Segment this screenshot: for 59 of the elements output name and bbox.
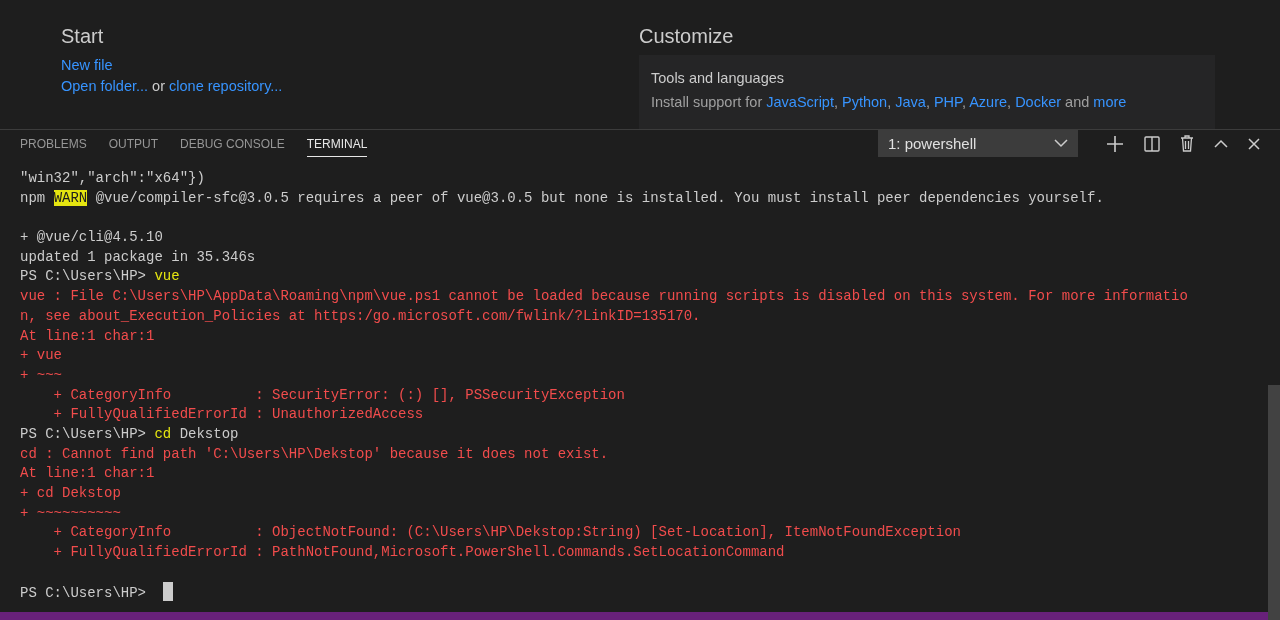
language-link[interactable]: Docker (1015, 94, 1062, 110)
start-link[interactable]: clone repository... (169, 78, 283, 94)
command-text: vue (154, 268, 180, 285)
section-title: Customize (639, 24, 735, 49)
card-text: and (1065, 94, 1090, 110)
error-text: cd : Cannot find path 'C:\Users\HP\Dekstop' because it does not exist. (20, 445, 609, 462)
error-text: vue : File C:\Users\HP\AppData\Roaming\npm\vue.ps1 cannot be loaded because running scripts is disabled on this system. For more informatio (20, 288, 1188, 305)
error-text: + vue (20, 347, 62, 364)
language-link[interactable]: Java (895, 94, 926, 110)
terminal-output: updated 1 package in 35.346s (20, 248, 256, 265)
terminal-output: + @vue/cli@4.5.10 (20, 229, 163, 246)
language-link[interactable]: PHP (933, 94, 962, 110)
start-text: or (152, 78, 165, 94)
error-text: + ~~~~~~~~~~ (20, 504, 121, 521)
error-text: + FullyQualifiedErrorId : UnauthorizedAccess (52, 406, 424, 423)
panel-tab[interactable]: PROBLEMS (20, 130, 87, 157)
error-text: + CategoryInfo : SecurityError: (:) [], PSSecurityException (52, 386, 625, 403)
language-link[interactable]: JavaScript (766, 94, 834, 110)
panel-tab[interactable]: TERMINAL (306, 130, 368, 157)
panel-tab[interactable]: OUTPUT (108, 130, 159, 157)
terminal-output: npm (20, 189, 46, 206)
terminal-output: "win32","arch":"x64"}) (20, 170, 205, 186)
chevron-up-icon[interactable] (1214, 139, 1228, 148)
card-text: , (1007, 94, 1012, 110)
card-text: , (925, 94, 930, 110)
card-title: Tools and languages (651, 69, 786, 88)
start-link[interactable]: New file (61, 57, 113, 73)
error-text: + cd Dekstop (20, 485, 121, 501)
language-link[interactable]: Azure (969, 94, 1008, 110)
terminal-output: PS C:\Users\HP> (20, 585, 147, 602)
command-text: cd (154, 425, 172, 442)
terminal-output: PS C:\Users\HP> (20, 268, 147, 285)
language-link[interactable]: more (1093, 94, 1127, 110)
error-text: + ~~~ (20, 366, 62, 383)
close-icon[interactable] (1248, 137, 1260, 150)
cursor (162, 582, 173, 602)
terminal-select[interactable]: 1: powershell (878, 130, 1078, 157)
error-text: + FullyQualifiedErrorId : PathNotFound,Microsoft.PowerShell.Commands.SetLocationCommand (52, 544, 785, 561)
split-icon[interactable] (1144, 135, 1160, 152)
error-text: At line:1 char:1 (20, 465, 155, 482)
chevron-down-icon (1054, 139, 1068, 148)
error-text: At line:1 char:1 (20, 327, 155, 344)
section-title: Start (61, 24, 105, 49)
warn-label: WARN (53, 189, 88, 206)
error-text: + CategoryInfo : ObjectNotFound: (C:\Users\HP\Dekstop:String) [Set-Location], ItemNotFoundException (52, 524, 961, 541)
scrollbar[interactable] (1268, 385, 1280, 620)
start-link[interactable]: Open folder... (61, 78, 149, 94)
card-text: , (887, 94, 892, 110)
card-text: Install support for (651, 94, 763, 110)
card-text: , (833, 94, 838, 110)
plus-icon[interactable] (1106, 134, 1124, 153)
trash-icon[interactable] (1180, 135, 1194, 152)
panel-tab[interactable]: DEBUG CONSOLE (180, 130, 285, 157)
terminal-output: PS C:\Users\HP> (20, 425, 147, 442)
terminal-output: Dekstop (179, 425, 239, 442)
language-link[interactable]: Python (842, 94, 888, 110)
error-text: n, see about_Execution_Policies at https:/go.microsoft.com/fwlink/?LinkID=135170. (20, 307, 701, 324)
tools-card[interactable]: Tools and languages Install support for JavaScript, Python, Java, PHP, Azure, Docker and more (639, 55, 1215, 129)
terminal-output: @vue/compiler-sfc@3.0.5 requires a peer of vue@3.0.5 but none is installed. You must install peer dependencies yourself. (95, 189, 1104, 206)
